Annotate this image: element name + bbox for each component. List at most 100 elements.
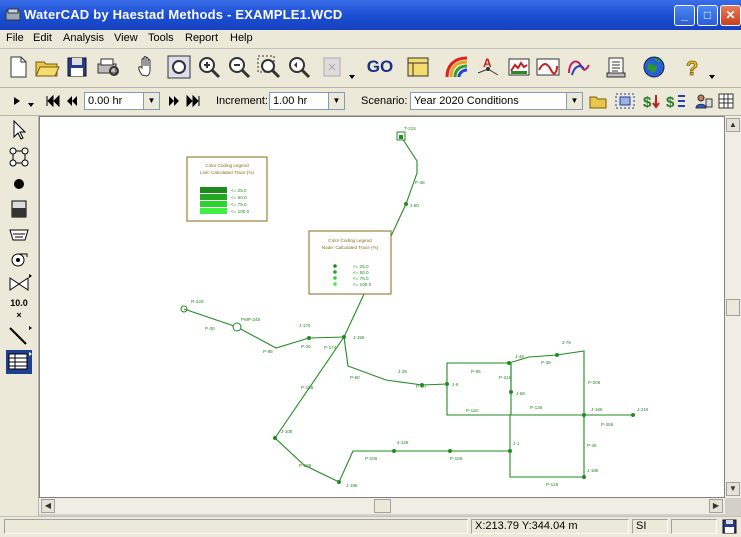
legend1-row: <= 100.0 xyxy=(231,209,250,214)
scenario-toolbar: 0.00 hr ▼ Increment: 1.00 hr ▼ Scenario:… xyxy=(0,88,741,116)
chevron-down-icon[interactable]: ▼ xyxy=(328,93,344,109)
label-pump: PMP-245 xyxy=(241,317,261,322)
legend1-title: Color Coding Legend xyxy=(205,163,249,168)
play-icon[interactable] xyxy=(12,96,22,106)
window-title: WaterCAD by Haestad Methods - EXAMPLE1.W… xyxy=(24,7,343,22)
vertical-scrollbar[interactable]: ▲ ▼ xyxy=(725,116,741,498)
close-button[interactable]: ✕ xyxy=(720,5,741,26)
svg-text:$: $ xyxy=(666,94,675,111)
vertical-scroll-thumb[interactable] xyxy=(726,299,740,316)
scroll-up-icon[interactable]: ▲ xyxy=(726,118,740,132)
zoom-previous-icon[interactable] xyxy=(285,53,313,81)
label-p256: P-256 xyxy=(601,422,614,427)
menu-analysis[interactable]: Analysis xyxy=(63,32,104,44)
new-file-icon[interactable] xyxy=(4,53,32,81)
pipe-loop-c[interactable] xyxy=(509,415,585,478)
menu-view[interactable]: View xyxy=(114,32,138,44)
annotation-icon[interactable]: A xyxy=(474,53,502,81)
annotation-table-icon[interactable] xyxy=(6,350,32,374)
calculator-disabled-icon[interactable] xyxy=(318,53,346,81)
help-icon[interactable]: ? xyxy=(678,53,706,81)
minimize-button[interactable]: _ xyxy=(674,5,695,26)
report-icon[interactable] xyxy=(602,53,630,81)
svg-text:$: $ xyxy=(643,94,652,111)
open-folder-icon[interactable] xyxy=(33,53,61,81)
label-j170: J-170 xyxy=(299,323,311,328)
increment-label: Increment: xyxy=(216,95,268,107)
increment-select[interactable]: 1.00 hr ▼ xyxy=(269,92,345,110)
zoom-out-icon[interactable] xyxy=(225,53,253,81)
save-icon[interactable] xyxy=(63,53,91,81)
scroll-down-icon[interactable]: ▼ xyxy=(726,482,740,496)
label-p48: P-48 xyxy=(415,180,425,185)
label-p60: P-60 xyxy=(350,375,360,380)
link-color-legend[interactable]: Color Coding Legend Link: Calculated Tra… xyxy=(186,156,268,222)
tank-icon[interactable] xyxy=(6,197,32,221)
horizontal-scrollbar[interactable]: ◀ ▶ xyxy=(39,498,725,514)
open-folder-icon[interactable] xyxy=(588,91,608,111)
step-forward-icon[interactable] xyxy=(168,95,180,107)
label-j46: J-46 xyxy=(515,354,524,359)
graph-icon[interactable] xyxy=(534,53,562,81)
reservoir-icon[interactable] xyxy=(6,222,32,246)
drawing-canvas[interactable]: T-215 P-48 J-80 R-226 PMP-245 P-30 P-88 … xyxy=(39,116,725,498)
cost-icon[interactable]: $ xyxy=(642,91,664,111)
pan-hand-icon[interactable] xyxy=(133,53,161,81)
globe-icon[interactable] xyxy=(640,53,668,81)
pump-node[interactable] xyxy=(232,322,242,332)
scenario-compare-icon[interactable] xyxy=(614,91,636,111)
menu-edit[interactable]: Edit xyxy=(33,32,52,44)
scroll-left-icon[interactable]: ◀ xyxy=(41,499,55,513)
label-p88: P-88 xyxy=(263,349,273,354)
value-tool[interactable]: 10.0 × xyxy=(6,297,32,321)
multiply-icon: × xyxy=(16,310,22,320)
label-p20: P-20 xyxy=(416,384,426,389)
time-select[interactable]: 0.00 hr ▼ xyxy=(84,92,160,110)
color-coding-icon[interactable] xyxy=(443,53,471,81)
skip-to-end-icon[interactable] xyxy=(186,95,200,107)
grid-settings-icon[interactable] xyxy=(716,91,736,111)
main-toolbar: GO A ? xyxy=(0,49,741,88)
select-arrow-icon[interactable] xyxy=(6,118,32,142)
node-color-legend[interactable]: Color Coding Legend Node: Calculated Tra… xyxy=(308,230,392,295)
zoom-extents-icon[interactable] xyxy=(165,53,193,81)
pipe-right[interactable] xyxy=(343,336,585,421)
scroll-right-icon[interactable]: ▶ xyxy=(709,499,723,513)
status-message xyxy=(4,519,468,534)
scenario-select[interactable]: Year 2020 Conditions ▼ xyxy=(410,92,583,110)
junction-icon[interactable] xyxy=(6,172,32,196)
scenario-manager-icon[interactable] xyxy=(404,53,432,81)
valve-icon[interactable] xyxy=(6,272,32,296)
menu-file[interactable]: File xyxy=(6,32,24,44)
zoom-window-icon[interactable] xyxy=(255,53,283,81)
zoom-in-icon[interactable] xyxy=(195,53,223,81)
chevron-down-icon[interactable]: ▼ xyxy=(143,93,159,109)
print-preview-icon[interactable] xyxy=(94,53,122,81)
pump-icon[interactable] xyxy=(6,247,32,271)
svg-text:?: ? xyxy=(686,58,698,80)
chevron-down-icon[interactable] xyxy=(708,73,716,81)
label-tank: T-215 xyxy=(404,126,416,131)
step-back-icon[interactable] xyxy=(66,95,78,107)
status-empty-panel xyxy=(671,519,717,534)
line-tool-icon[interactable] xyxy=(6,324,32,348)
menu-tools[interactable]: Tools xyxy=(148,32,174,44)
label-p186: P-186 xyxy=(299,463,312,468)
menu-help[interactable]: Help xyxy=(230,32,253,44)
go-button[interactable]: GO xyxy=(366,53,394,81)
chevron-down-icon[interactable]: ▼ xyxy=(566,93,582,109)
maximize-button[interactable]: □ xyxy=(697,5,718,26)
chevron-down-icon[interactable] xyxy=(348,73,356,81)
chevron-down-icon[interactable] xyxy=(27,101,35,109)
user-tools-icon[interactable] xyxy=(694,91,714,111)
layout-pipe-icon[interactable] xyxy=(6,145,32,169)
label-p36: P-36 xyxy=(541,360,551,365)
profile-icon[interactable] xyxy=(505,53,533,81)
label-p174: P-174 xyxy=(324,345,337,350)
skip-to-start-icon[interactable] xyxy=(46,95,60,107)
legend2-subtitle: Node: Calculated Trace (%) xyxy=(322,245,379,250)
horizontal-scroll-thumb[interactable] xyxy=(374,499,391,513)
menu-report[interactable]: Report xyxy=(185,32,218,44)
cost-compare-icon[interactable]: $ xyxy=(665,91,687,111)
contours-icon[interactable] xyxy=(564,53,592,81)
